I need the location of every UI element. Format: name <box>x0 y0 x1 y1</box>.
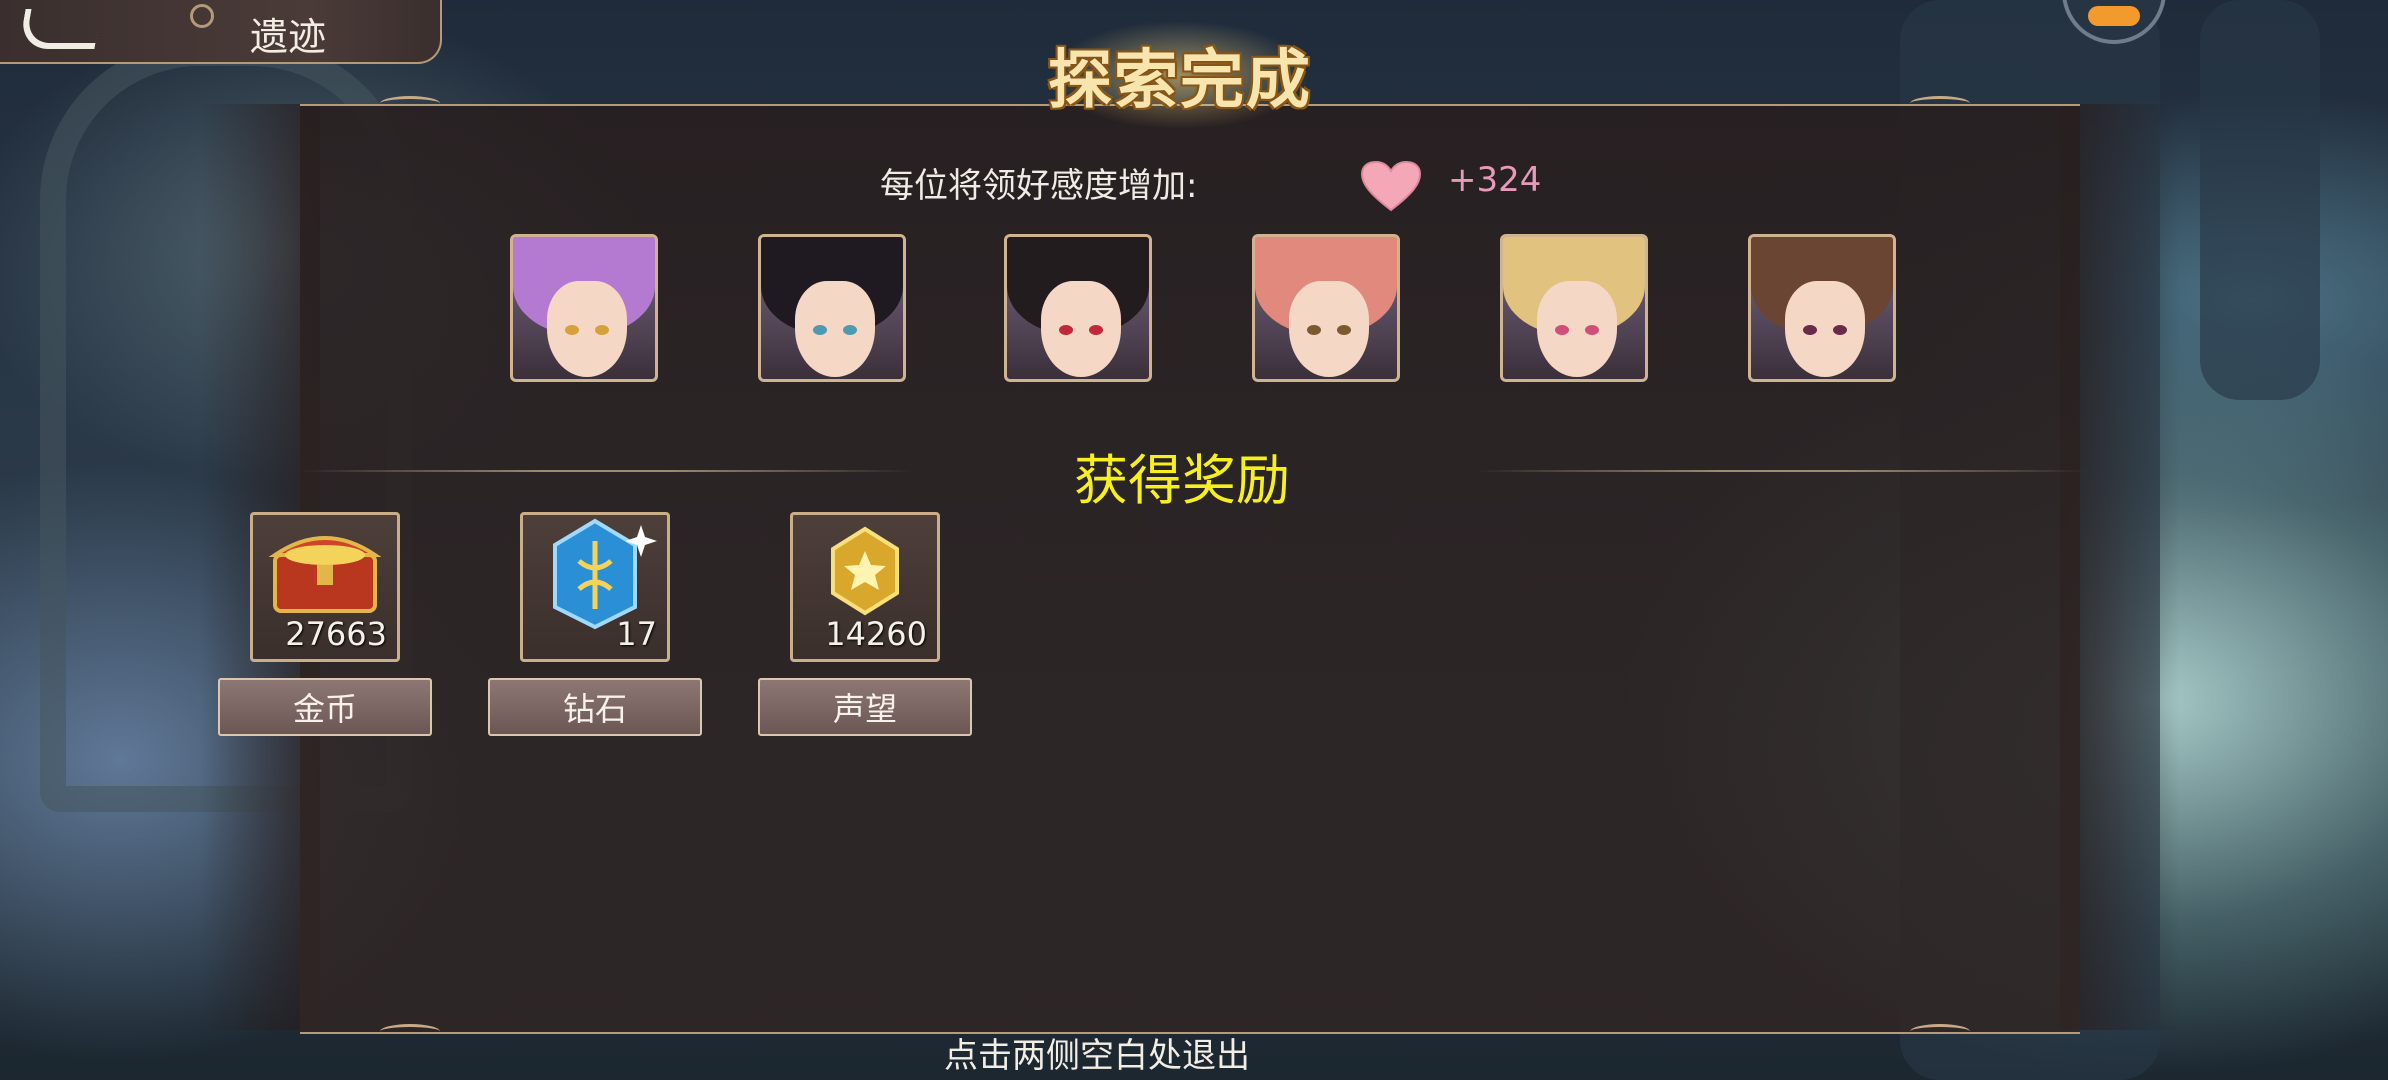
exit-hint[interactable]: 点击两侧空白处退出 <box>944 1028 1250 1077</box>
reward-count: 17 <box>616 615 657 653</box>
portrait-eye <box>1059 325 1073 335</box>
reward-item-diamond[interactable]: 17 <box>520 512 670 662</box>
reward-label-prestige: 声望 <box>758 678 972 736</box>
portrait-eye <box>1337 325 1351 335</box>
page-title: 遗迹 <box>250 15 327 59</box>
portrait-face <box>1041 281 1121 377</box>
portrait-face <box>1785 281 1865 377</box>
reward-item-prestige[interactable]: 14260 <box>790 512 940 662</box>
diamond-crystal-icon <box>553 518 657 630</box>
panel-corner-ornament <box>380 1024 440 1039</box>
panel-corner-ornament <box>1910 96 1970 111</box>
portrait-1[interactable] <box>510 234 658 382</box>
portrait-face <box>1537 281 1617 377</box>
portrait-eye <box>1803 325 1817 335</box>
ornament-icon <box>190 4 214 28</box>
portrait-face <box>547 281 627 377</box>
reward-label-diamond: 钻石 <box>488 678 702 736</box>
result-title: 探索完成 <box>1048 44 1312 118</box>
portrait-5[interactable] <box>1500 234 1648 382</box>
portrait-eye <box>1833 325 1847 335</box>
reward-count: 14260 <box>825 615 927 653</box>
portrait-eye <box>565 325 579 335</box>
back-button[interactable] <box>0 0 120 58</box>
reward-count: 27663 <box>285 615 387 653</box>
back-arrow-icon <box>18 9 102 49</box>
rewards-title: 获得奖励 <box>1074 449 1290 512</box>
affinity-label: 每位将领好感度增加: <box>880 166 1198 206</box>
portrait-eye <box>1555 325 1569 335</box>
portrait-eye <box>595 325 609 335</box>
header-bar: 遗迹 <box>0 0 442 64</box>
divider-right <box>1476 470 2088 472</box>
heart-icon <box>1360 160 1422 212</box>
portrait-face <box>1289 281 1369 377</box>
title-banner: 探索完成 <box>1020 20 1340 130</box>
divider-left <box>300 470 912 472</box>
treasure-chest-icon <box>268 536 382 613</box>
portrait-eye <box>813 325 827 335</box>
reward-item-gold[interactable]: 27663 <box>250 512 400 662</box>
portrait-6[interactable] <box>1748 234 1896 382</box>
affinity-value: +324 <box>1448 160 1542 200</box>
portrait-eye <box>1089 325 1103 335</box>
portrait-eye <box>1307 325 1321 335</box>
portrait-4[interactable] <box>1252 234 1400 382</box>
portrait-3[interactable] <box>1004 234 1152 382</box>
background-tree <box>2200 0 2320 400</box>
reward-label-gold: 金币 <box>218 678 432 736</box>
prestige-medal-icon <box>831 526 899 616</box>
portrait-eye <box>1585 325 1599 335</box>
panel-corner-ornament <box>1910 1024 1970 1039</box>
panel-corner-ornament <box>380 96 440 111</box>
portrait-eye <box>843 325 857 335</box>
portrait-face <box>795 281 875 377</box>
portrait-2[interactable] <box>758 234 906 382</box>
